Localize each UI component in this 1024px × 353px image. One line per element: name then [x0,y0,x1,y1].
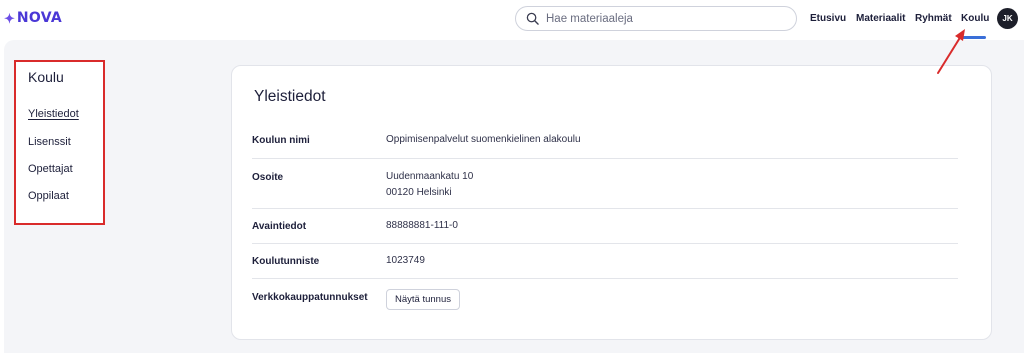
nav-koulu[interactable]: Koulu [961,13,989,24]
divider [252,208,958,209]
nav-etusivu[interactable]: Etusivu [810,13,846,24]
card-title: Yleistiedot [254,88,326,105]
key-info-label: Avaintiedot [252,221,307,232]
key-info-value: 88888881-111-0 [386,220,458,231]
annotation-arrow [937,29,965,74]
school-id-label: Koulutunniste [252,256,320,267]
search-icon [526,12,539,25]
sidebar-title: Koulu [28,69,64,85]
top-bar: ✦ NOVA Etusivu Materiaalit Ryhmät Koulu … [0,0,1024,39]
nav-ryhmat[interactable]: Ryhmät [915,13,952,24]
search-box[interactable] [515,6,797,31]
avatar[interactable]: JK [997,8,1018,29]
address-line2: 00120 Helsinki [386,187,452,198]
school-id-value: 1023749 [386,255,425,266]
sidebar-item-lisenssit[interactable]: Lisenssit [28,136,71,148]
show-credentials-button[interactable]: Näytä tunnus [386,289,460,310]
nova-logo[interactable]: ✦ NOVA [4,10,62,26]
webshop-credentials-label: Verkkokauppatunnukset [252,292,368,303]
general-info-card: Yleistiedot Koulun nimi Oppimisenpalvelu… [231,65,992,340]
sidebar-item-yleistiedot[interactable]: Yleistiedot [28,108,79,120]
school-name-value: Oppimisenpalvelut suomenkielinen alakoul… [386,134,581,145]
divider [252,158,958,159]
school-sidebar: Koulu Yleistiedot Lisenssit Opettajat Op… [14,60,105,225]
sidebar-item-oppilaat[interactable]: Oppilaat [28,190,69,202]
divider [252,243,958,244]
sparkle-icon: ✦ [4,10,15,26]
logo-text: NOVA [16,10,63,26]
sidebar-item-opettajat[interactable]: Opettajat [28,163,73,175]
avatar-initials: JK [1002,14,1013,23]
nav-materiaalit[interactable]: Materiaalit [856,13,905,24]
search-input[interactable] [546,12,786,25]
address-label: Osoite [252,172,284,183]
divider [252,278,958,279]
address-line1: Uudenmaankatu 10 [386,171,474,182]
school-name-label: Koulun nimi [252,135,310,146]
